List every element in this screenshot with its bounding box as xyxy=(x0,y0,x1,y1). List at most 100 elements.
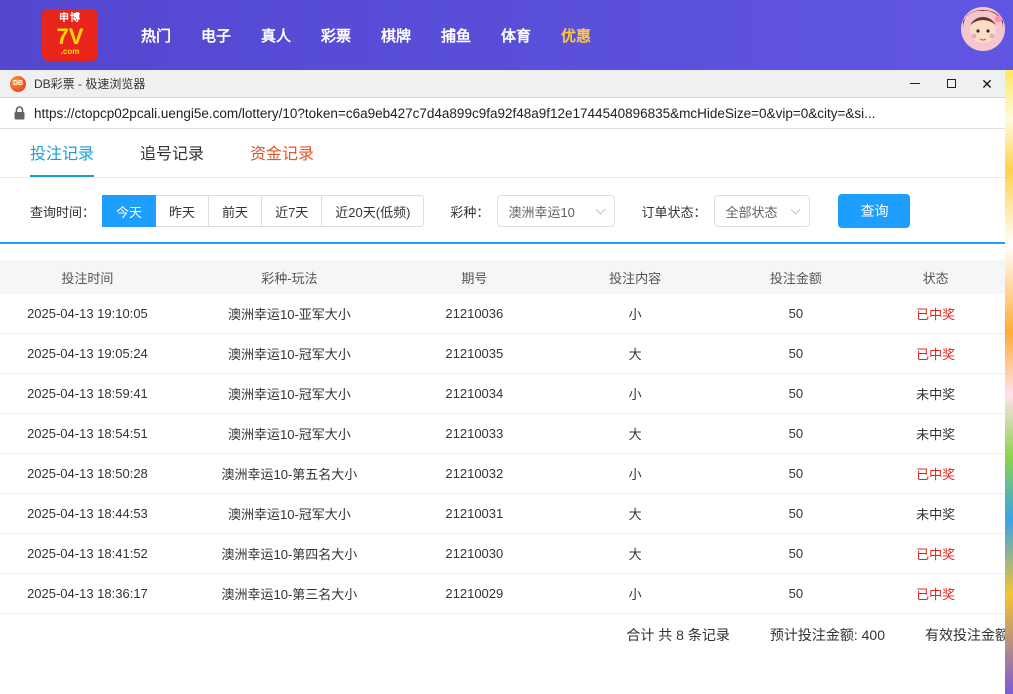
status-badge: 已中奖 xyxy=(866,584,1005,603)
bet-content: 大 xyxy=(545,504,726,523)
table-header-cell: 状态 xyxy=(866,268,1005,287)
table-row[interactable]: 2025-04-13 18:44:53 澳洲幸运10-冠军大小 21210031… xyxy=(0,494,1005,534)
nav-item[interactable]: 电子 xyxy=(186,25,246,46)
time-range-button[interactable]: 近7天 xyxy=(261,195,322,227)
nav-item[interactable]: 热门 xyxy=(126,25,186,46)
nav-item[interactable]: 优惠 xyxy=(546,25,606,46)
nav-item[interactable]: 真人 xyxy=(246,25,306,46)
chevron-down-icon xyxy=(791,204,801,214)
status-badge: 未中奖 xyxy=(866,424,1005,443)
chevron-down-icon xyxy=(596,204,606,214)
close-button[interactable]: ✕ xyxy=(969,70,1005,97)
lottery-playtype: 澳洲幸运10-冠军大小 xyxy=(175,504,404,523)
lottery-playtype: 澳洲幸运10-第四名大小 xyxy=(175,544,404,563)
footer-expected-amount: 预计投注金额: 400 xyxy=(770,625,885,645)
bet-amount: 50 xyxy=(726,306,867,321)
lottery-records-page: 投注记录追号记录资金记录 查询时间： 今天昨天前天近7天近20天(低频) 彩种：… xyxy=(0,129,1005,694)
lottery-playtype: 澳洲幸运10-亚军大小 xyxy=(175,304,404,323)
lottery-playtype: 澳洲幸运10-第三名大小 xyxy=(175,584,404,603)
minimize-button[interactable] xyxy=(897,70,933,97)
close-icon: ✕ xyxy=(981,77,993,91)
background-page-strip xyxy=(1005,70,1013,694)
maximize-button[interactable] xyxy=(933,70,969,97)
bet-content: 大 xyxy=(545,424,726,443)
bet-amount: 50 xyxy=(726,546,867,561)
nav-item[interactable]: 棋牌 xyxy=(366,25,426,46)
maximize-icon xyxy=(947,79,956,88)
logo-text-top: 申博 xyxy=(59,14,81,25)
time-range-button[interactable]: 今天 xyxy=(102,195,156,227)
browser-app-icon: DB xyxy=(10,76,26,92)
bet-amount: 50 xyxy=(726,586,867,601)
bet-content: 大 xyxy=(545,344,726,363)
table-header-cell: 投注内容 xyxy=(545,268,726,287)
lottery-playtype: 澳洲幸运10-第五名大小 xyxy=(175,464,404,483)
site-logo[interactable]: 申博 7V .com xyxy=(42,9,98,61)
table-header-cell: 彩种-玩法 xyxy=(175,268,404,287)
avatar-image xyxy=(961,7,1005,51)
lottery-playtype: 澳洲幸运10-冠军大小 xyxy=(175,424,404,443)
bet-time: 2025-04-13 18:36:17 xyxy=(0,586,175,601)
query-button[interactable]: 查询 xyxy=(838,194,910,228)
bet-content: 大 xyxy=(545,544,726,563)
record-tab[interactable]: 追号记录 xyxy=(140,129,204,177)
table-row[interactable]: 2025-04-13 18:50:28 澳洲幸运10-第五名大小 2121003… xyxy=(0,454,1005,494)
order-status-select[interactable]: 全部状态 xyxy=(714,195,810,227)
table-header-cell: 期号 xyxy=(404,268,545,287)
lottery-playtype: 澳洲幸运10-冠军大小 xyxy=(175,344,404,363)
user-avatar[interactable] xyxy=(961,7,1005,51)
bet-time: 2025-04-13 18:41:52 xyxy=(0,546,175,561)
bet-amount: 50 xyxy=(726,426,867,441)
lottery-playtype: 澳洲幸运10-冠军大小 xyxy=(175,384,404,403)
nav-item[interactable]: 彩票 xyxy=(306,25,366,46)
bet-content: 小 xyxy=(545,304,726,323)
blue-divider xyxy=(0,242,1005,244)
record-tab[interactable]: 投注记录 xyxy=(30,129,94,177)
record-tabs: 投注记录追号记录资金记录 xyxy=(0,129,1005,178)
status-badge: 已中奖 xyxy=(866,464,1005,483)
filter-bar: 查询时间： 今天昨天前天近7天近20天(低频) 彩种： 澳洲幸运10 订单状态：… xyxy=(0,178,1005,242)
table-row[interactable]: 2025-04-13 18:41:52 澳洲幸运10-第四名大小 2121003… xyxy=(0,534,1005,574)
issue-number: 21210031 xyxy=(404,506,545,521)
issue-number: 21210032 xyxy=(404,466,545,481)
status-badge: 未中奖 xyxy=(866,384,1005,403)
bet-content: 小 xyxy=(545,584,726,603)
status-badge: 已中奖 xyxy=(866,544,1005,563)
table-body: 2025-04-13 19:10:05 澳洲幸运10-亚军大小 21210036… xyxy=(0,294,1005,614)
time-range-button[interactable]: 昨天 xyxy=(155,195,209,227)
time-range-button[interactable]: 近20天(低频) xyxy=(321,195,424,227)
table-row[interactable]: 2025-04-13 19:10:05 澳洲幸运10-亚军大小 21210036… xyxy=(0,294,1005,334)
table-row[interactable]: 2025-04-13 18:36:17 澳洲幸运10-第三名大小 2121002… xyxy=(0,574,1005,614)
main-nav: 热门电子真人彩票棋牌捕鱼体育优惠 xyxy=(126,25,606,46)
lottery-select[interactable]: 澳洲幸运10 xyxy=(497,195,615,227)
issue-number: 21210035 xyxy=(404,346,545,361)
status-badge: 已中奖 xyxy=(866,344,1005,363)
footer-valid-amount: 有效投注金额 xyxy=(925,625,1005,645)
issue-number: 21210036 xyxy=(404,306,545,321)
nav-item[interactable]: 体育 xyxy=(486,25,546,46)
bet-time: 2025-04-13 18:44:53 xyxy=(0,506,175,521)
browser-title-bar[interactable]: DB DB彩票 - 极速浏览器 ✕ xyxy=(0,70,1005,98)
footer-total-records: 合计 共 8 条记录 xyxy=(626,625,729,645)
table-row[interactable]: 2025-04-13 19:05:24 澳洲幸运10-冠军大小 21210035… xyxy=(0,334,1005,374)
time-filter-label: 查询时间： xyxy=(30,202,95,221)
nav-item[interactable]: 捕鱼 xyxy=(426,25,486,46)
bet-amount: 50 xyxy=(726,346,867,361)
status-filter-label: 订单状态： xyxy=(641,202,706,221)
logo-text-main: 7V xyxy=(57,25,84,48)
time-range-button[interactable]: 前天 xyxy=(208,195,262,227)
table-row[interactable]: 2025-04-13 18:59:41 澳洲幸运10-冠军大小 21210034… xyxy=(0,374,1005,414)
window-controls: ✕ xyxy=(897,70,1005,97)
url-text[interactable]: https://ctopcp02pcali.uengi5e.com/lotter… xyxy=(34,106,994,121)
issue-number: 21210033 xyxy=(404,426,545,441)
bet-time: 2025-04-13 19:05:24 xyxy=(0,346,175,361)
status-badge: 未中奖 xyxy=(866,504,1005,523)
order-status-value: 全部状态 xyxy=(725,202,777,221)
bet-time: 2025-04-13 19:10:05 xyxy=(0,306,175,321)
table-row[interactable]: 2025-04-13 18:54:51 澳洲幸运10-冠军大小 21210033… xyxy=(0,414,1005,454)
browser-url-bar[interactable]: https://ctopcp02pcali.uengi5e.com/lotter… xyxy=(0,98,1005,129)
record-tab[interactable]: 资金记录 xyxy=(250,129,314,177)
bet-content: 小 xyxy=(545,464,726,483)
window-title: DB彩票 - 极速浏览器 xyxy=(34,75,145,92)
bet-time: 2025-04-13 18:54:51 xyxy=(0,426,175,441)
